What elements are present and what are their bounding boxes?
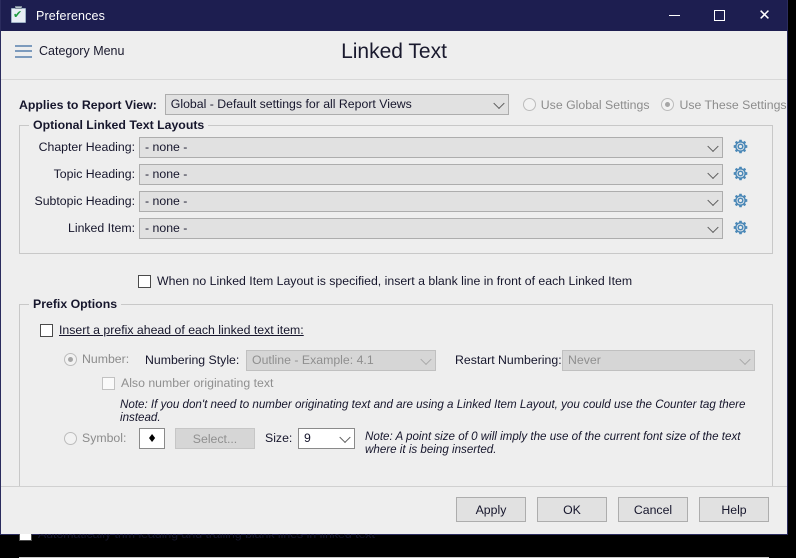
prefix-options-group: Prefix Options Insert a prefix ahead of …	[19, 297, 773, 514]
also-number-originating-text-label: Also number originating text	[121, 376, 274, 390]
insert-prefix-label: Insert a prefix ahead of each linked tex…	[59, 323, 304, 337]
subtopic-heading-select[interactable]: - none -	[139, 191, 723, 212]
checkbox-box	[138, 274, 151, 288]
chevron-down-icon	[707, 194, 719, 206]
checkbox-box	[102, 376, 115, 390]
maximize-button[interactable]	[697, 0, 742, 31]
chevron-down-icon	[739, 353, 751, 365]
subtopic-heading-value: - none -	[145, 194, 188, 208]
chevron-down-icon	[707, 140, 719, 152]
use-these-settings-label: Use These Settings	[679, 97, 787, 112]
help-label: Help	[721, 502, 747, 517]
numbering-style-value: Outline - Example: 4.1	[252, 353, 374, 367]
close-button[interactable]: ✕	[742, 0, 787, 31]
cancel-button[interactable]: Cancel	[618, 497, 688, 522]
ok-label: OK	[563, 502, 581, 517]
help-button[interactable]: Help	[699, 497, 769, 522]
prefix-options-title: Prefix Options	[29, 297, 122, 311]
minimize-button[interactable]	[652, 0, 697, 31]
optional-linked-text-layouts-title: Optional Linked Text Layouts	[29, 118, 209, 132]
linked-item-value: - none -	[145, 221, 188, 235]
linked-item-label: Linked Item:	[68, 221, 135, 235]
gear-icon[interactable]	[732, 219, 749, 236]
chapter-heading-select[interactable]: - none -	[139, 137, 723, 158]
gear-icon[interactable]	[732, 192, 749, 209]
clipboard-check-icon	[11, 6, 26, 23]
applies-to-report-view-select[interactable]: Global - Default settings for all Report…	[164, 94, 509, 115]
gear-icon[interactable]	[732, 138, 749, 155]
radio-dot	[661, 98, 675, 111]
symbol-preview-button[interactable]: ♦	[139, 428, 165, 449]
preferences-window: Preferences ✕ Category Menu Linked Text …	[0, 0, 788, 558]
window-controls: ✕	[652, 0, 787, 31]
number-radio[interactable]: Number:	[64, 352, 129, 366]
symbol-glyph: ♦	[147, 432, 157, 445]
apply-label: Apply	[475, 502, 507, 517]
chevron-down-icon	[420, 353, 432, 365]
dialog-body: Applies to Report View: Global - Default…	[1, 80, 787, 558]
optional-linked-text-layouts-group: Optional Linked Text Layouts Chapter Hea…	[19, 118, 773, 254]
linked-item-select[interactable]: - none -	[139, 218, 723, 239]
chevron-down-icon	[707, 167, 719, 179]
applies-to-report-view-value: Global - Default settings for all Report…	[170, 97, 412, 111]
use-these-settings-radio[interactable]: Use These Settings	[661, 97, 787, 112]
applies-to-report-view-row: Applies to Report View: Global - Default…	[19, 94, 787, 115]
dialog-footer: Apply OK Cancel Help	[1, 486, 787, 534]
number-radio-label: Number:	[82, 352, 130, 366]
radio-dot	[64, 431, 77, 445]
insert-prefix-checkbox[interactable]: Insert a prefix ahead of each linked tex…	[40, 323, 304, 337]
title-bar: Preferences ✕	[1, 0, 787, 31]
radio-dot	[64, 352, 77, 366]
close-icon: ✕	[758, 6, 771, 24]
checkbox-box	[40, 323, 53, 337]
gear-icon[interactable]	[732, 165, 749, 182]
insert-blank-line-checkbox[interactable]: When no Linked Item Layout is specified,…	[138, 274, 632, 288]
applies-to-report-view-label: Applies to Report View:	[19, 97, 157, 112]
apply-button[interactable]: Apply	[456, 497, 526, 522]
chevron-down-icon	[707, 221, 719, 233]
select-symbol-label: Select...	[192, 431, 238, 446]
header-band: Category Menu Linked Text	[1, 31, 787, 80]
insert-blank-line-label: When no Linked Item Layout is specified,…	[157, 274, 633, 288]
topic-heading-label: Topic Heading:	[53, 167, 135, 181]
topic-heading-value: - none -	[145, 167, 188, 181]
window-title: Preferences	[36, 8, 106, 23]
counter-tag-note: Note: If you don't need to number origin…	[120, 398, 746, 424]
size-value: 9	[304, 431, 311, 445]
subtopic-heading-label: Subtopic Heading:	[34, 194, 136, 208]
point-size-note: Note: A point size of 0 will imply the u…	[365, 430, 741, 456]
size-select[interactable]: 9	[298, 428, 355, 449]
restart-numbering-value: Never	[568, 353, 601, 367]
chevron-down-icon	[493, 97, 505, 109]
chapter-heading-value: - none -	[145, 140, 188, 154]
page-title: Linked Text	[341, 40, 447, 63]
numbering-style-select[interactable]: Outline - Example: 4.1	[246, 350, 436, 371]
topic-heading-select[interactable]: - none -	[139, 164, 723, 185]
cancel-label: Cancel	[633, 502, 673, 517]
chevron-down-icon	[339, 431, 351, 443]
use-global-settings-label: Use Global Settings	[540, 97, 650, 112]
symbol-radio-label: Symbol:	[82, 431, 127, 445]
ok-button[interactable]: OK	[537, 497, 607, 522]
radio-dot	[522, 98, 536, 111]
symbol-radio[interactable]: Symbol:	[64, 431, 126, 445]
select-symbol-button[interactable]: Select...	[175, 428, 255, 449]
also-number-originating-text-checkbox[interactable]: Also number originating text	[102, 376, 273, 390]
restart-numbering-select[interactable]: Never	[562, 350, 755, 371]
use-global-settings-radio[interactable]: Use Global Settings	[522, 97, 650, 112]
chapter-heading-label: Chapter Heading:	[38, 140, 135, 154]
